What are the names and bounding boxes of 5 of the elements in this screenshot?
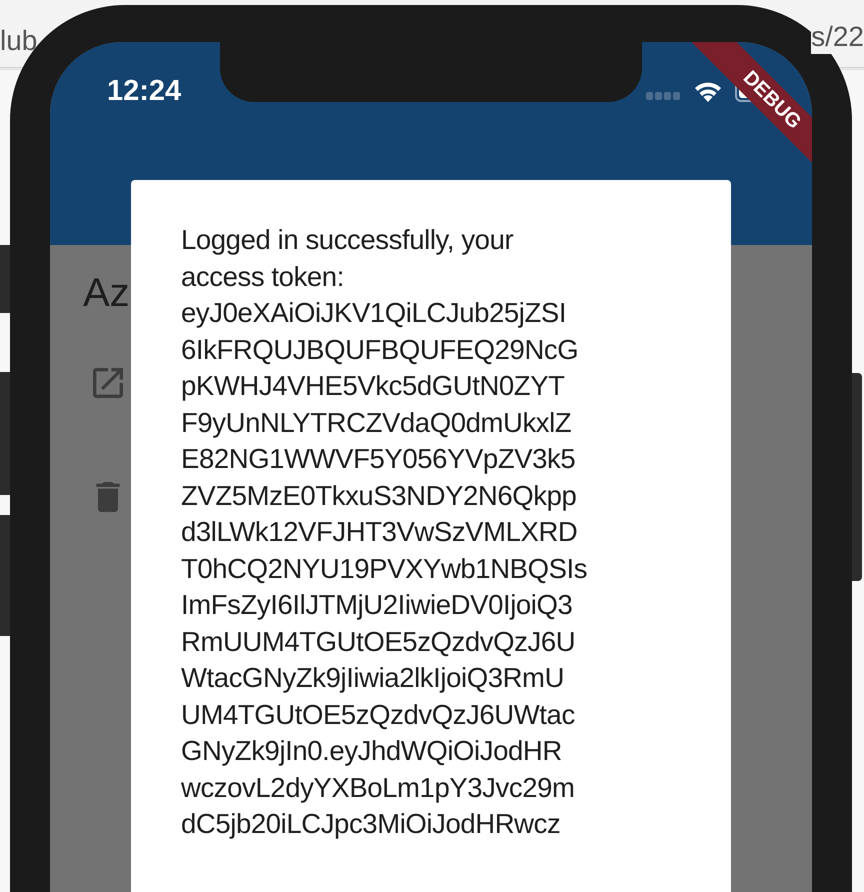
dialog-message: Logged in successfully, your access token: eyJ0eXAiOiJKV1QiLCJub25jZSI 6IkFRQUJBQUFBQUFEQ29NcG pKWHJ4VHE5Vkc5dGUtN0ZYT F9yUnNLYTRCZVdaQ0dmUkxlZ E82NG1WWVF5Y056YVpZV3k5 ZVZ5MzE0TkxuS3NDY2N6Qkpp d3lLWk12VFJHT3VwSzVMLXRD T0hCQ2NYU19PVXYwb1NBQSIs ImFsZyI6IlJTMjU2IiwieDV0IjoiQ3 RmUUM4TGUtOE5zQzdvQzJ6U WtacGNyZk9jIiwia2lkIjoiQ3RmU UM4TGUtOE5zQzdvQzJ6UWtac GNyZk9jIn0.eyJhdWQiOiJodHR wczovL2dyYXBoLm1pY3Jvc29m dC5jb20iLCJpc3MiOiJodHRwcz: [181, 223, 588, 841]
page-heading: Az: [83, 273, 130, 313]
status-time: 12:24: [107, 74, 182, 109]
signal-icon: [646, 92, 682, 100]
tab-title: lub: [0, 24, 38, 58]
